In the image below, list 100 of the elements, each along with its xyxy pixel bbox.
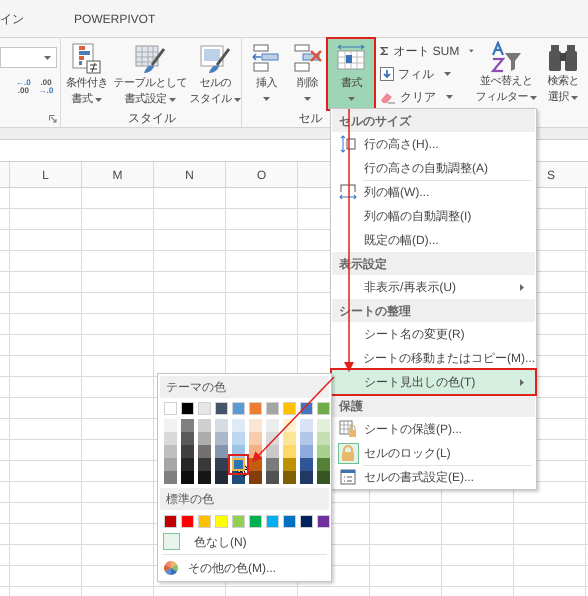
color-swatch[interactable] [164, 419, 177, 432]
color-swatch[interactable] [317, 402, 330, 415]
color-swatch[interactable] [215, 419, 228, 432]
eraser-icon [380, 90, 396, 104]
color-swatch[interactable] [249, 419, 262, 432]
color-swatch[interactable] [283, 402, 296, 415]
empty-swatch-icon [163, 533, 180, 550]
color-swatch[interactable] [164, 471, 177, 484]
color-swatch[interactable] [215, 458, 228, 471]
ribbon-tab[interactable]: POWERPIVOT [74, 10, 156, 28]
color-swatch[interactable] [266, 419, 279, 432]
color-swatch[interactable] [317, 515, 330, 528]
color-swatch[interactable] [164, 515, 177, 528]
color-swatch[interactable] [181, 445, 194, 458]
column-header[interactable]: O [226, 162, 298, 187]
color-swatch[interactable] [181, 515, 194, 528]
color-swatch[interactable] [317, 471, 330, 484]
color-swatch[interactable] [215, 471, 228, 484]
color-swatch[interactable] [300, 471, 313, 484]
color-swatch[interactable] [300, 432, 313, 445]
color-swatch[interactable] [300, 445, 313, 458]
menu-item[interactable]: シートの保護(P)... [332, 417, 535, 441]
menu-item[interactable]: 行の高さ(H)... [332, 132, 535, 156]
color-swatch[interactable] [266, 515, 279, 528]
color-swatch[interactable] [249, 515, 262, 528]
no-color-item[interactable]: 色なし(N) [158, 531, 331, 552]
color-swatch[interactable] [317, 445, 330, 458]
column-header[interactable]: L [10, 162, 82, 187]
color-swatch[interactable] [249, 402, 262, 415]
color-swatch[interactable] [164, 458, 177, 471]
color-swatch[interactable] [317, 432, 330, 445]
color-swatch[interactable] [164, 445, 177, 458]
column-header[interactable]: M [82, 162, 154, 187]
more-colors-item[interactable]: その他の色(M)... [158, 557, 331, 579]
color-swatch[interactable] [215, 432, 228, 445]
color-swatch[interactable] [181, 471, 194, 484]
menu-item[interactable]: セルのロック(L) [332, 441, 535, 465]
menu-item[interactable]: シート見出しの色(T) [332, 370, 535, 394]
menu-item[interactable]: シートの移動またはコピー(M)... [332, 346, 535, 370]
color-swatch[interactable] [181, 458, 194, 471]
color-swatch[interactable] [181, 402, 194, 415]
color-swatch[interactable] [164, 432, 177, 445]
color-swatch[interactable] [215, 445, 228, 458]
color-swatch[interactable] [164, 402, 177, 415]
color-swatch[interactable] [198, 402, 211, 415]
color-swatch[interactable] [300, 419, 313, 432]
ribbon-button[interactable]: セルの スタイル [189, 39, 242, 109]
color-swatch[interactable] [249, 471, 262, 484]
ribbon-small-button[interactable]: オート SUM [380, 41, 474, 61]
color-swatch[interactable] [317, 458, 330, 471]
menu-item[interactable]: 列の幅の自動調整(I) [332, 204, 535, 228]
color-swatch[interactable] [198, 445, 211, 458]
color-swatch[interactable] [198, 458, 211, 471]
color-swatch[interactable] [266, 402, 279, 415]
menu-item[interactable]: 行の高さの自動調整(A) [332, 156, 535, 180]
color-swatch[interactable] [198, 515, 211, 528]
color-swatch[interactable] [300, 458, 313, 471]
ribbon-button[interactable]: テーブルとして 書式設定 [112, 39, 188, 109]
format-button[interactable]: 書式 [328, 39, 374, 109]
menu-item[interactable]: シート名の変更(R) [332, 322, 535, 346]
color-swatch[interactable] [283, 458, 296, 471]
ribbon-button[interactable]: 検索と 選択 [538, 41, 588, 111]
column-header[interactable]: N [154, 162, 226, 187]
ribbon-button[interactable]: 条件付き 書式 [62, 39, 112, 109]
color-swatch[interactable] [266, 471, 279, 484]
menu-item[interactable]: セルの書式設定(E)... [332, 465, 535, 489]
color-swatch[interactable] [198, 471, 211, 484]
color-swatch[interactable] [232, 419, 245, 432]
caret-icon [44, 56, 51, 60]
number-format-dropdown[interactable] [0, 47, 57, 68]
color-swatch[interactable] [215, 515, 228, 528]
color-swatch[interactable] [283, 515, 296, 528]
color-swatch[interactable] [198, 432, 211, 445]
color-swatch[interactable] [198, 419, 211, 432]
color-swatch[interactable] [232, 402, 245, 415]
ribbon-small-button[interactable]: フィル [380, 64, 474, 84]
ribbon-small-button[interactable]: クリア [380, 87, 474, 107]
ribbon-button[interactable]: 挿入 [246, 39, 286, 109]
color-swatch[interactable] [215, 402, 228, 415]
color-swatch[interactable] [249, 432, 262, 445]
menu-item[interactable]: 既定の幅(D)... [332, 228, 535, 252]
color-swatch[interactable] [232, 515, 245, 528]
decimal-button[interactable]: .00 →.0 [38, 79, 54, 95]
color-swatch[interactable] [283, 432, 296, 445]
color-swatch[interactable] [181, 432, 194, 445]
color-swatch[interactable] [317, 419, 330, 432]
color-swatch[interactable] [266, 458, 279, 471]
color-swatch[interactable] [300, 515, 313, 528]
dialog-launcher-icon[interactable] [49, 115, 58, 123]
color-swatch[interactable] [283, 445, 296, 458]
color-swatch[interactable] [266, 445, 279, 458]
menu-item[interactable]: 非表示/再表示(U) [332, 275, 535, 299]
ribbon-tab[interactable]: イン [0, 10, 24, 28]
ribbon-button[interactable]: 削除 [287, 39, 328, 109]
ribbon-button[interactable]: 並べ替えと フィルター [474, 41, 538, 111]
decimal-button[interactable]: ←.0 .00 [16, 79, 31, 95]
color-swatch[interactable] [232, 432, 245, 445]
color-swatch[interactable] [283, 471, 296, 484]
color-swatch[interactable] [181, 419, 194, 432]
menu-item[interactable]: 列の幅(W)... [332, 180, 535, 204]
